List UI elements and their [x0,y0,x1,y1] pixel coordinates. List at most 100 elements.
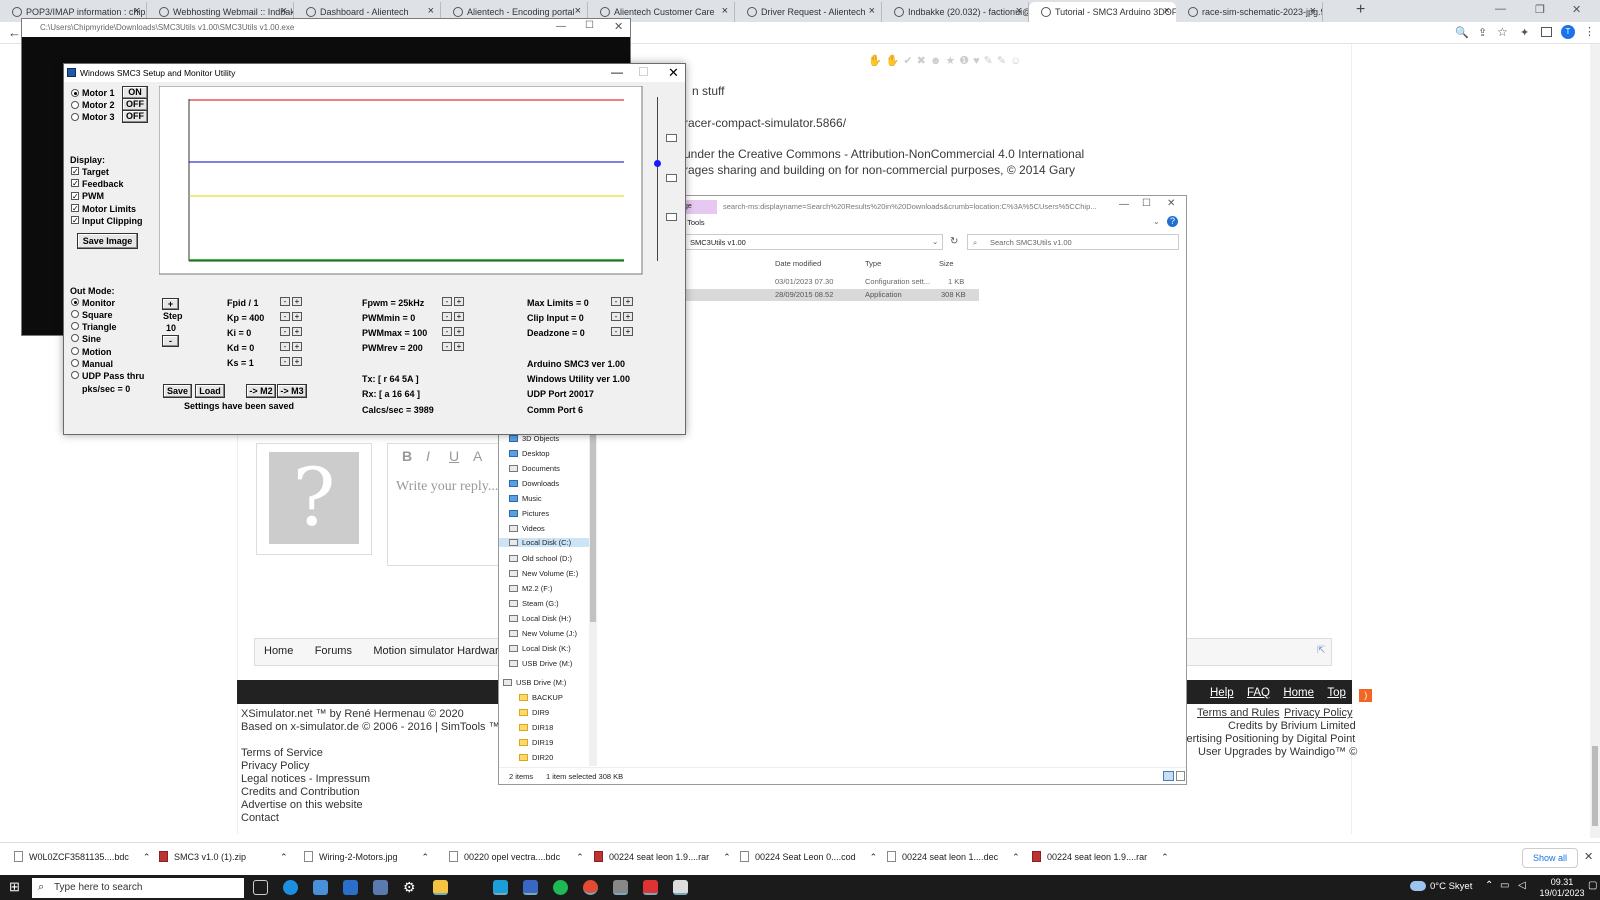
app-icon[interactable] [643,880,658,895]
save-image-button[interactable]: Save Image [77,233,138,249]
scale-marker-2[interactable] [666,174,677,182]
console-close-icon[interactable]: ✕ [614,20,623,33]
close-window-icon[interactable]: ✕ [1572,3,1581,16]
taskbar-search-input[interactable]: Type here to search [54,882,142,893]
explorer-close-icon[interactable]: ✕ [1167,198,1175,209]
outmode-manual-radio[interactable] [71,359,79,367]
explorer-minimize-icon[interactable]: — [1119,199,1129,210]
search-field[interactable]: ⌕ Search SMC3Utils v1.00 [967,234,1179,250]
nav-folder-dir18[interactable]: DIR18 [519,723,553,732]
downloads-close-icon[interactable]: ✕ [1584,850,1593,863]
profile-avatar[interactable]: T [1561,25,1575,39]
tab-close-icon[interactable]: × [1164,5,1170,17]
console-maximize-icon[interactable]: ☐ [585,20,594,31]
nav-drive-j[interactable]: New Volume (J:) [509,629,577,638]
download-item[interactable]: 00224 seat leon 1.9....rar ⌃ [1032,851,1169,863]
console-minimize-icon[interactable]: — [556,21,566,32]
download-menu-icon[interactable]: ⌃ [723,852,731,862]
weather-text[interactable]: 0°C Skyet [1430,881,1472,892]
footer-legal-link[interactable]: Legal notices - Impressum [241,773,370,785]
explorer-maximize-icon[interactable]: ☐ [1142,198,1151,209]
pwmmax-plus-button[interactable]: + [454,327,464,336]
footer-top-link[interactable]: Top [1327,687,1346,699]
max-limits-plus-button[interactable]: + [623,297,633,306]
search-input[interactable]: Search SMC3Utils v1.00 [990,238,1072,247]
page-scrollbar[interactable] [1590,44,1600,838]
download-menu-icon[interactable]: ⌃ [143,852,151,862]
page-scrollbar-thumb[interactable] [1592,746,1598,826]
footer-privacy-policy-link[interactable]: Privacy Policy [1284,707,1352,719]
new-tab-button[interactable]: + [1356,1,1365,19]
jump-icon[interactable]: ⇱ [1317,645,1325,656]
max-limits-minus-button[interactable]: - [611,297,621,306]
download-menu-icon[interactable]: ⌃ [870,852,878,862]
motor1-radio[interactable] [71,89,79,97]
kp-minus-button[interactable]: - [280,312,290,321]
tab-close-icon[interactable]: × [428,5,434,17]
text-color-icon[interactable]: A [473,448,482,464]
nav-downloads[interactable]: Downloads [509,479,559,488]
copy-to-m2-button[interactable]: -> M2 [246,384,276,398]
app-icon[interactable] [523,880,538,895]
col-size[interactable]: Size [939,259,954,268]
ki-minus-button[interactable]: - [280,327,290,336]
scale-marker-3[interactable] [666,213,677,221]
page-link-thread[interactable]: racer-compact-simulator.5866/ [684,116,846,130]
download-menu-icon[interactable]: ⌃ [1012,852,1020,862]
ks-minus-button[interactable]: - [280,357,290,366]
outmode-square-radio[interactable] [71,310,79,318]
motor3-toggle-button[interactable]: OFF [122,110,148,123]
windows-start-icon[interactable]: ⊞ [9,880,23,894]
pwm-checkbox[interactable]: ✓ [71,192,79,201]
download-item[interactable]: 00220 opel vectra....bdc ⌃ [449,851,584,863]
fpid-plus-button[interactable]: + [292,297,302,306]
nav-drive-d[interactable]: Old school (D:) [509,554,572,563]
fpwm-plus-button[interactable]: + [454,297,464,306]
outmode-motion-radio[interactable] [71,347,79,355]
footer-home-link[interactable]: Home [1283,687,1314,699]
kd-plus-button[interactable]: + [292,342,302,351]
file-explorer-icon[interactable] [433,880,448,895]
nav-drive-f[interactable]: M2.2 (F:) [509,584,552,593]
file-row-selected[interactable]: e 28/09/2015 08.52 Application 308 KB [679,289,979,301]
download-menu-icon[interactable]: ⌃ [1161,852,1169,862]
nav-motion-hardware[interactable]: Motion simulator Hardware [364,639,513,663]
tiles-view-icon[interactable] [1176,771,1185,781]
volume-icon[interactable]: ◁ [1518,880,1526,891]
sidepanel-icon[interactable] [1541,27,1552,37]
ki-plus-button[interactable]: + [292,327,302,336]
pwmrev-minus-button[interactable]: - [442,342,452,351]
download-item[interactable]: 00224 Seat Leon 0....cod ⌃ [740,851,877,863]
ks-plus-button[interactable]: + [292,357,302,366]
nav-folder-dir20[interactable]: DIR20 [519,753,553,761]
pwmrev-plus-button[interactable]: + [454,342,464,351]
footer-help-link[interactable]: Help [1210,687,1234,699]
nav-local-disk-c[interactable]: Local Disk (C:) [499,538,589,547]
nav-usb-drive-m[interactable]: USB Drive (M:) [503,678,566,687]
taskbar-search-field[interactable]: ⌕ Type here to search [32,878,244,898]
nav-home[interactable]: Home [255,639,302,663]
deadzone-minus-button[interactable]: - [611,327,621,336]
tab-close-icon[interactable]: × [281,5,287,17]
vertical-slider-knob[interactable] [654,160,661,167]
footer-terms-rules-link[interactable]: Terms and Rules [1197,707,1280,719]
clip-input-minus-button[interactable]: - [611,312,621,321]
footer-advertise-link[interactable]: Advertise on this website [241,799,363,811]
fpwm-minus-button[interactable]: - [442,297,452,306]
download-item[interactable]: Wiring-2-Motors.jpg ⌃ [304,851,429,863]
input-clipping-checkbox[interactable]: ✓ [71,216,79,225]
tab-close-icon[interactable]: × [1310,5,1316,17]
underline-icon[interactable]: U [449,448,459,464]
footer-credits-link[interactable]: Credits and Contribution [241,786,360,798]
clip-input-plus-button[interactable]: + [623,312,633,321]
outmode-sine-radio[interactable] [71,334,79,342]
zoom-icon[interactable]: 🔍 [1455,26,1469,39]
tab-driver-request[interactable]: Driver Request - Alientech × [735,2,882,22]
ribbon-expand-icon[interactable]: ⌄ [1153,217,1160,226]
pwmmax-minus-button[interactable]: - [442,327,452,336]
motor3-radio[interactable] [71,113,79,121]
tab-race-sim-schematic[interactable]: race-sim-schematic-2023-jpg.95 × [1176,2,1323,22]
target-checkbox[interactable]: ✓ [71,167,79,176]
menu-kebab-icon[interactable]: ⋮ [1584,25,1595,38]
reply-editor[interactable]: B I U A Write your reply... [387,443,502,566]
